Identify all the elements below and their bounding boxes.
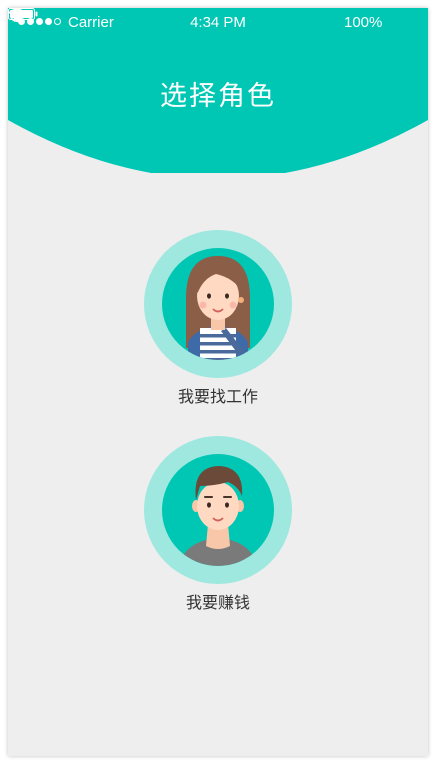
- male-avatar-icon: [144, 436, 292, 584]
- battery-percentage: 100%: [344, 14, 383, 31]
- page-title: 选择角色: [160, 81, 276, 112]
- female-avatar-icon: [144, 230, 292, 378]
- status-bar: Carrier 4:34 PM 100%: [8, 8, 428, 38]
- role-job-seeker[interactable]: 我要找工作: [118, 230, 318, 407]
- battery-icon: [8, 8, 38, 20]
- role-earn-money[interactable]: 我要赚钱: [118, 436, 318, 613]
- role-earn-money-label: 我要赚钱: [185, 593, 250, 612]
- header: Carrier 4:34 PM 100% 选择角色: [8, 8, 428, 173]
- phone-screen: Carrier 4:34 PM 100% 选择角色 我要找工作 我要赚钱: [8, 8, 428, 756]
- role-job-seeker-label: 我要找工作: [177, 387, 258, 406]
